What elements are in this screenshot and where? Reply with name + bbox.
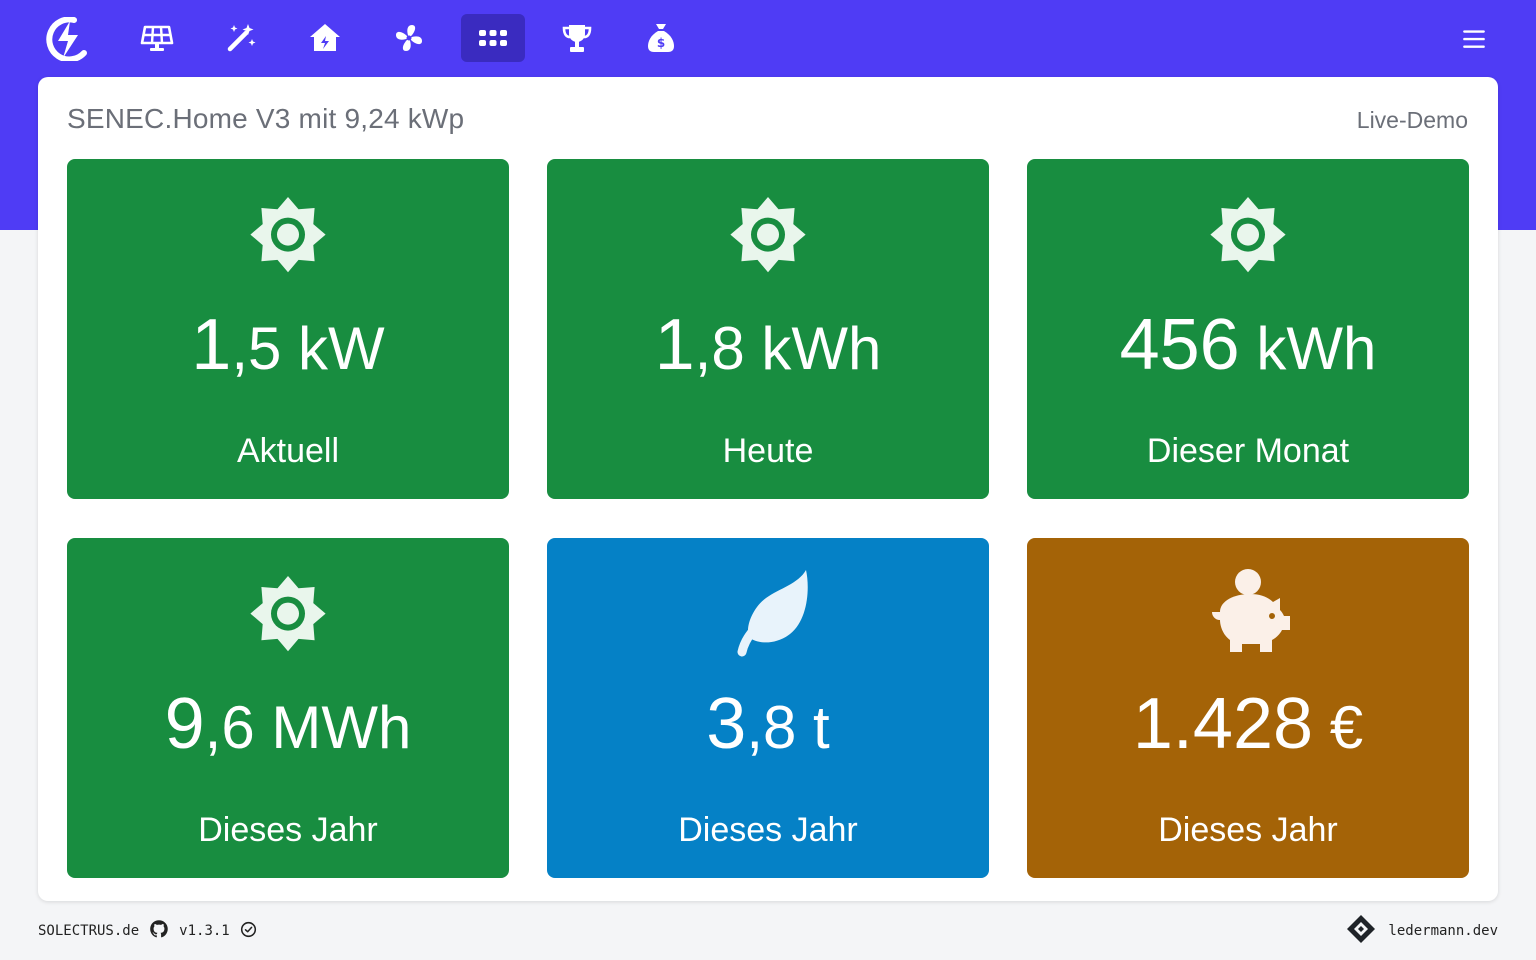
magic-wand-icon bbox=[227, 24, 256, 52]
footer-right: ledermann.dev bbox=[1346, 914, 1498, 948]
nav-money-bag[interactable]: $ bbox=[629, 14, 693, 62]
tile-year-energy[interactable]: 9,6 MWh Dieses Jahr bbox=[67, 538, 509, 878]
tile-month-energy[interactable]: 456 kWh Dieser Monat bbox=[1027, 159, 1469, 499]
tile-value: 1,8 kWh bbox=[654, 305, 882, 385]
sun-icon bbox=[1210, 197, 1286, 273]
hamburger-icon bbox=[1463, 30, 1485, 48]
solar-panel-icon bbox=[140, 25, 174, 51]
nav-house[interactable] bbox=[293, 14, 357, 62]
author-link[interactable]: ledermann.dev bbox=[1388, 923, 1498, 939]
trophy-icon bbox=[562, 25, 592, 52]
sun-icon bbox=[730, 197, 806, 273]
tile-label: Aktuell bbox=[236, 432, 340, 470]
top-navbar: $ bbox=[0, 0, 1536, 77]
github-icon[interactable] bbox=[149, 919, 169, 943]
tile-money-savings[interactable]: 1.428 € Dieses Jahr bbox=[1027, 538, 1469, 878]
tile-value: 3,8 t bbox=[706, 684, 830, 764]
tile-label: Dieses Jahr bbox=[1158, 811, 1338, 849]
house-icon bbox=[310, 24, 340, 51]
nav-fan[interactable] bbox=[377, 14, 441, 62]
tile-value: 456 kWh bbox=[1119, 305, 1377, 385]
tile-label: Heute bbox=[722, 432, 814, 470]
live-demo-label: Live-Demo bbox=[1356, 107, 1468, 133]
check-circle-icon bbox=[240, 921, 257, 942]
lightning-logo-icon[interactable] bbox=[44, 16, 90, 63]
tile-co2-savings[interactable]: 3,8 t Dieses Jahr bbox=[547, 538, 989, 878]
tile-value: 9,6 MWh bbox=[164, 684, 412, 764]
leaf-icon bbox=[737, 570, 808, 657]
sun-icon bbox=[250, 576, 326, 652]
main-card: SENEC.Home V3 mit 9,24 kWp Live-Demo 1,5… bbox=[38, 77, 1498, 901]
tile-label: Dieses Jahr bbox=[678, 811, 858, 849]
tile-current-power[interactable]: 1,5 kW Aktuell bbox=[67, 159, 509, 499]
nav-solar-panel[interactable] bbox=[125, 14, 189, 62]
tile-value: 1,5 kW bbox=[191, 305, 385, 385]
tile-label: Dieser Monat bbox=[1146, 432, 1350, 470]
tile-label: Dieses Jahr bbox=[198, 811, 378, 849]
tile-today-energy[interactable]: 1,8 kWh Heute bbox=[547, 159, 989, 499]
menu-button[interactable] bbox=[1454, 20, 1494, 58]
nav-trophy[interactable] bbox=[545, 14, 609, 62]
footer-left: SOLECTRUS.de v1.3.1 bbox=[38, 918, 257, 944]
version-link[interactable]: v1.3.1 bbox=[179, 923, 230, 939]
money-bag-icon: $ bbox=[648, 24, 674, 52]
nav-overview[interactable] bbox=[461, 14, 525, 62]
site-link[interactable]: SOLECTRUS.de bbox=[38, 923, 139, 939]
svg-text:$: $ bbox=[657, 36, 665, 50]
piggy-bank-icon bbox=[1212, 569, 1290, 652]
ledermann-logo-icon[interactable] bbox=[1346, 914, 1376, 948]
grid-dots-icon bbox=[479, 30, 507, 46]
sun-icon bbox=[250, 197, 326, 273]
tile-value: 1.428 € bbox=[1132, 684, 1364, 764]
fan-icon bbox=[396, 25, 422, 51]
nav-magic-wand[interactable] bbox=[209, 14, 273, 62]
page-title: SENEC.Home V3 mit 9,24 kWp bbox=[67, 103, 465, 134]
